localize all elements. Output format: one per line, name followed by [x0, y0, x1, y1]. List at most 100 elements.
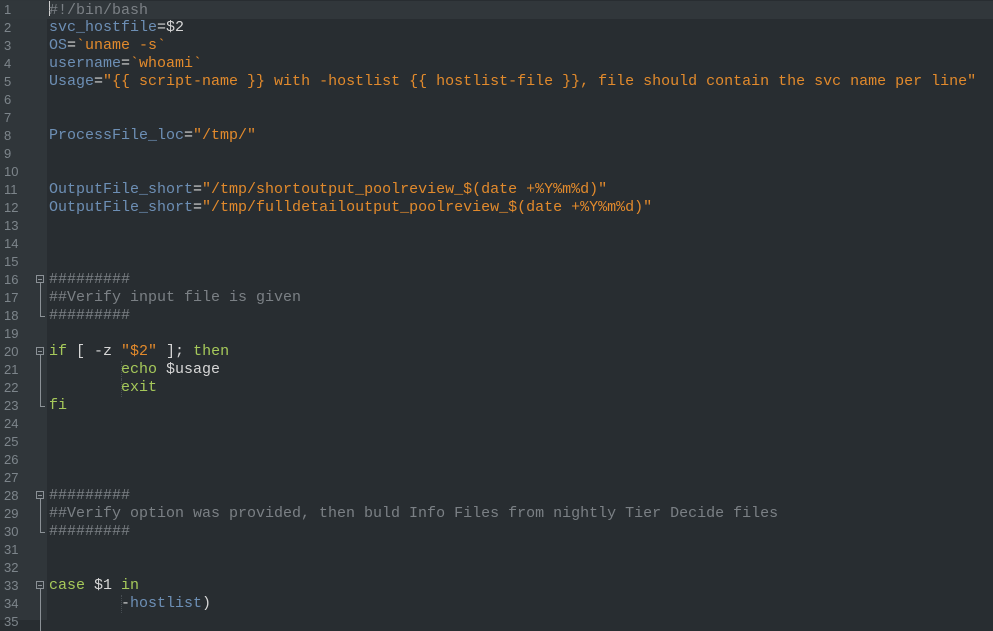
code-line[interactable]: 15	[0, 253, 993, 271]
fold-toggle-icon[interactable]	[36, 271, 45, 289]
code-token: #########	[49, 487, 131, 504]
code-line[interactable]: 26	[0, 451, 993, 469]
code-line[interactable]: 24	[0, 415, 993, 433]
code-token: OutputFile_short	[49, 181, 194, 198]
fold-toggle-icon[interactable]	[36, 577, 45, 595]
code-line[interactable]: 17 ##Verify input file is given	[0, 289, 993, 307]
code-text[interactable]: OutputFile_short="/tmp/fulldetailoutput_…	[49, 199, 652, 217]
code-text[interactable]: case $1 in	[49, 577, 139, 595]
code-token: hostlist	[130, 595, 203, 612]
line-number: 10	[4, 164, 19, 179]
code-token: #########	[49, 523, 131, 540]
line-number: 34	[4, 596, 19, 611]
line-number: 11	[4, 182, 18, 197]
code-line[interactable]: 32	[0, 559, 993, 577]
code-line[interactable]: 19	[0, 325, 993, 343]
fold-guide	[40, 289, 41, 307]
code-line[interactable]: 1 #!/bin/bash	[0, 1, 993, 19]
code-text[interactable]: ProcessFile_loc="/tmp/"	[49, 127, 256, 145]
code-token: case	[49, 577, 86, 594]
fold-minus-box-icon[interactable]	[36, 491, 44, 499]
code-text[interactable]: #########	[49, 487, 130, 505]
code-text[interactable]: if [ -z "$2" ]; then	[49, 343, 229, 361]
fold-line-icon	[36, 613, 45, 631]
code-text[interactable]: OS=`uname -s`	[49, 37, 166, 55]
fold-toggle-icon[interactable]	[36, 487, 45, 505]
line-number: 7	[4, 110, 12, 125]
code-token: "/tmp/fulldetailoutput_poolreview_$(date…	[202, 199, 653, 216]
code-line[interactable]: 30 #########	[0, 523, 993, 541]
code-token: =$2	[157, 19, 185, 36]
fold-minus-box-icon[interactable]	[36, 581, 44, 589]
code-text[interactable]: username=`whoami`	[49, 55, 202, 73]
code-token: $1	[85, 577, 122, 594]
code-line[interactable]: 4 username=`whoami`	[0, 55, 993, 73]
code-line[interactable]: 27	[0, 469, 993, 487]
code-line[interactable]: 21 echo $usage	[0, 361, 993, 379]
code-text[interactable]: fi	[49, 397, 67, 415]
code-line[interactable]: 11 OutputFile_short="/tmp/shortoutput_poo…	[0, 181, 993, 199]
code-line[interactable]: 9	[0, 145, 993, 163]
code-line[interactable]: 2 svc_hostfile=$2	[0, 19, 993, 37]
line-number: 22	[4, 380, 19, 395]
code-line[interactable]: 25	[0, 433, 993, 451]
fold-minus-box-icon[interactable]	[36, 347, 44, 355]
code-line[interactable]: 31	[0, 541, 993, 559]
code-text[interactable]: #########	[49, 307, 130, 325]
code-text[interactable]: OutputFile_short="/tmp/shortoutput_poolr…	[49, 181, 607, 199]
fold-guide	[40, 379, 41, 397]
code-token: ProcessFile_loc	[49, 127, 185, 144]
code-line[interactable]: 22 exit	[0, 379, 993, 397]
code-text[interactable]: ##Verify option was provided, then buld …	[49, 505, 778, 523]
code-line[interactable]: 34 -hostlist)	[0, 595, 993, 613]
code-editor[interactable]: 1 #!/bin/bash 2 svc_hostfile=$2 3 OS=`uname -…	[0, 0, 993, 631]
code-line[interactable]: 6	[0, 91, 993, 109]
code-token: "/tmp/"	[193, 127, 257, 144]
code-line[interactable]: 12 OutputFile_short="/tmp/fulldetailoutpu…	[0, 199, 993, 217]
fold-guide	[40, 595, 41, 613]
fold-line-icon	[36, 379, 45, 397]
code-text[interactable]: ##Verify input file is given	[49, 289, 301, 307]
fold-minus-box-icon[interactable]	[36, 275, 44, 283]
code-token: #!/bin/bash	[49, 2, 149, 19]
code-text[interactable]: exit	[49, 379, 157, 397]
code-line[interactable]: 35	[0, 613, 993, 631]
fold-line-icon	[36, 505, 45, 523]
code-text[interactable]: echo $usage	[49, 361, 220, 379]
line-number: 29	[4, 506, 19, 521]
line-number: 23	[4, 398, 19, 413]
code-line[interactable]: 13	[0, 217, 993, 235]
code-line[interactable]: 16 #########	[0, 271, 993, 289]
code-line[interactable]: 20 if [ -z "$2" ]; then	[0, 343, 993, 361]
code-text[interactable]: #########	[49, 523, 130, 541]
line-number: 1	[4, 2, 12, 17]
code-line[interactable]: 7	[0, 109, 993, 127]
code-token: `uname -s`	[76, 37, 167, 54]
fold-guide	[40, 361, 41, 379]
code-line[interactable]: 3 OS=`uname -s`	[0, 37, 993, 55]
code-line[interactable]: 10	[0, 163, 993, 181]
fold-line-icon	[36, 523, 45, 541]
code-text[interactable]: -hostlist)	[49, 595, 211, 613]
code-line[interactable]: 23 fi	[0, 397, 993, 415]
code-text[interactable]: #########	[49, 271, 130, 289]
code-text[interactable]: #!/bin/bash	[49, 1, 148, 20]
code-token: =	[121, 55, 131, 72]
code-text[interactable]: svc_hostfile=$2	[49, 19, 184, 37]
line-number: 8	[4, 128, 12, 143]
code-line[interactable]: 29 ##Verify option was provided, then bul…	[0, 505, 993, 523]
code-text[interactable]: Usage="{{ script-name }} with -hostlist …	[49, 73, 976, 91]
code-line[interactable]: 33 case $1 in	[0, 577, 993, 595]
code-line[interactable]: 18 #########	[0, 307, 993, 325]
code-line[interactable]: 14	[0, 235, 993, 253]
code-line[interactable]: 28 #########	[0, 487, 993, 505]
code-line[interactable]: 8 ProcessFile_loc="/tmp/"	[0, 127, 993, 145]
code-line[interactable]: 5 Usage="{{ script-name }} with -hostlist…	[0, 73, 993, 91]
line-number: 20	[4, 344, 19, 359]
fold-toggle-icon[interactable]	[36, 343, 45, 361]
code-token: fi	[49, 397, 68, 414]
code-token: #########	[49, 271, 131, 288]
code-token: ];	[157, 343, 194, 360]
line-number: 21	[4, 362, 19, 377]
